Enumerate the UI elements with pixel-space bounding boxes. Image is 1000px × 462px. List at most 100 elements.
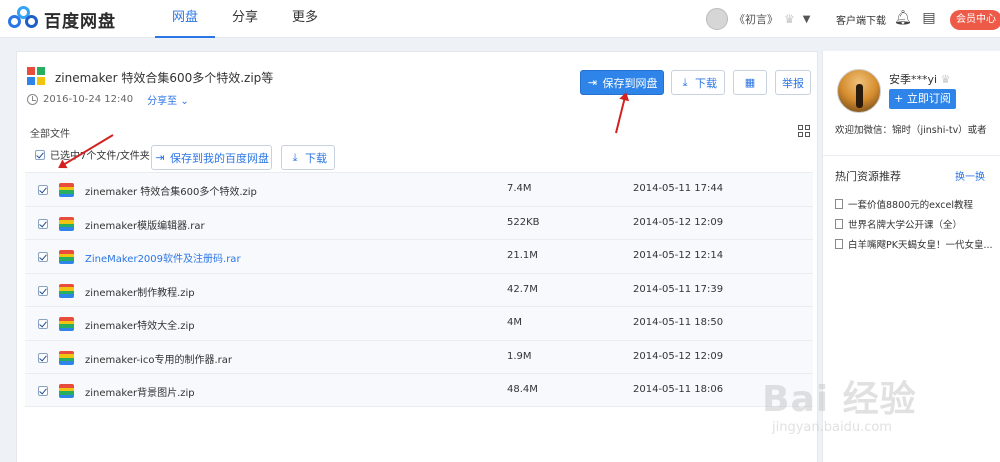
vip-center-button[interactable]: 会员中心 <box>950 10 1000 30</box>
file-size: 1.9M <box>507 350 532 362</box>
file-name[interactable]: zinemaker 特效合集600多个特效.zip <box>85 183 257 198</box>
multi-file-icon <box>27 67 45 85</box>
row-checkbox[interactable] <box>38 252 48 262</box>
file-table: zinemaker 特效合集600多个特效.zip 7.4M 2014-05-1… <box>25 172 813 407</box>
list-item[interactable]: 世界名牌大学公开课（全） <box>835 214 1000 234</box>
baidu-jingyan-watermark: Bai 经验 jingyan.baidu.com <box>762 370 1000 462</box>
logo-text: 百度网盘 <box>44 11 116 32</box>
cloud-logo-icon <box>8 6 42 32</box>
document-icon <box>835 199 843 209</box>
table-row[interactable]: zinemaker背景图片.zip 48.4M 2014-05-11 18:06 <box>25 373 813 407</box>
user-name: 《初言》 <box>734 13 778 26</box>
file-name[interactable]: zinemaker-ico专用的制作器.rar <box>85 351 232 366</box>
clock-icon <box>27 94 38 105</box>
client-download-link[interactable]: 客户端下载 <box>836 12 886 27</box>
row-checkbox[interactable] <box>38 185 48 195</box>
file-date: 2014-05-12 12:09 <box>633 216 724 228</box>
baidu-netdisk-logo[interactable]: 百度网盘 <box>8 6 116 32</box>
document-icon <box>835 239 843 249</box>
row-checkbox[interactable] <box>38 386 48 396</box>
nav-share[interactable]: 分享 <box>215 0 275 38</box>
divider <box>823 155 1000 156</box>
nav-netdisk[interactable]: 网盘 <box>155 0 215 38</box>
file-date: 2014-05-11 17:44 <box>633 183 724 194</box>
subscribe-button[interactable]: + 立即订阅 <box>889 89 956 109</box>
table-row[interactable]: zinemaker制作教程.zip 42.7M 2014-05-11 17:39 <box>25 272 813 306</box>
file-size: 7.4M <box>507 183 532 194</box>
save-icon: ⇥ <box>155 150 165 164</box>
crown-icon: ♛ <box>784 12 795 26</box>
selection-count: 已选中7个文件/文件夹 <box>50 151 150 162</box>
file-name[interactable]: zinemaker模版编辑器.rar <box>85 217 205 232</box>
file-name[interactable]: zinemaker特效大全.zip <box>85 317 195 332</box>
share-to-label: 分享至 <box>147 96 178 107</box>
selection-bar: 已选中7个文件/文件夹 <box>35 147 150 162</box>
sharer-avatar[interactable] <box>837 69 881 113</box>
hot-resources-list: 一套价值8800元的excel教程 世界名牌大学公开课（全） 白羊嘴飕PK天蝎女… <box>835 194 1000 254</box>
table-row[interactable]: ZineMaker2009软件及注册码.rar 21.1M 2014-05-12… <box>25 239 813 273</box>
download-button[interactable]: ⤓ 下载 <box>671 70 725 95</box>
row-checkbox[interactable] <box>38 218 48 229</box>
sharer-name[interactable]: 安季***yi ♛ <box>889 71 950 87</box>
table-row[interactable]: zinemaker特效大全.zip 4M 2014-05-11 18:50 <box>25 306 813 340</box>
hot-item-label: 一套价值8800元的excel教程 <box>848 200 974 211</box>
file-date: 2014-05-11 18:06 <box>633 384 724 395</box>
bell-icon[interactable]: 🔔︎ <box>894 10 912 26</box>
share-date: 2016-10-24 12:40 <box>43 94 134 105</box>
grid-view-icon[interactable] <box>798 125 810 137</box>
file-date: 2014-05-11 17:39 <box>633 283 724 295</box>
avatar <box>706 8 728 30</box>
file-size: 21.1M <box>507 250 538 261</box>
sharer-name-label: 安季***yi <box>889 73 938 86</box>
download-icon: ⤓ <box>682 75 688 89</box>
annotation-arrow <box>615 93 627 134</box>
share-to-dropdown[interactable]: 分享至 ⌄ <box>147 92 189 107</box>
row-checkbox[interactable] <box>38 285 48 296</box>
qrcode-button[interactable]: ▦ <box>733 70 767 95</box>
file-size: 4M <box>507 317 522 328</box>
welcome-text: 欢迎加微信：锦时（jinshi-tv）或者 <box>835 125 987 136</box>
list-item[interactable]: 白羊嘴飕PK天蝎女皇！一代女皇... <box>835 234 1000 254</box>
crown-icon: ♛ <box>940 73 951 86</box>
report-button[interactable]: 举报 <box>775 70 811 95</box>
report-label: 举报 <box>782 76 804 90</box>
chevron-down-icon: ⌄ <box>180 96 189 107</box>
download-icon: ⤓ <box>292 150 298 164</box>
hot-item-label: 白羊嘴飕PK天蝎女皇！一代女皇... <box>848 240 993 251</box>
save-to-my-netdisk-button[interactable]: ⇥ 保存到我的百度网盘 <box>151 145 272 170</box>
watermark-sub: jingyan.baidu.com <box>772 420 892 435</box>
file-date: 2014-05-12 12:14 <box>633 250 724 261</box>
document-icon <box>835 219 843 229</box>
selection-download-label: 下载 <box>305 151 327 165</box>
breadcrumb[interactable]: 全部文件 <box>30 125 70 140</box>
archive-icon <box>59 350 74 365</box>
watermark-main: Bai 经验 <box>762 379 917 420</box>
hot-item-label: 世界名牌大学公开课（全） <box>848 220 963 231</box>
file-name[interactable]: zinemaker背景图片.zip <box>85 384 195 399</box>
download-label: 下载 <box>695 76 717 90</box>
share-meta: 2016-10-24 12:40 分享至 ⌄ <box>27 92 189 107</box>
list-item[interactable]: 一套价值8800元的excel教程 <box>835 194 1000 214</box>
clipboard-icon[interactable]: ▤ <box>921 10 937 26</box>
nav-more[interactable]: 更多 <box>275 0 335 38</box>
chevron-down-icon: ▼ <box>802 13 811 25</box>
select-all-checkbox[interactable] <box>35 149 45 160</box>
table-row[interactable]: zinemaker模版编辑器.rar 522KB 2014-05-12 12:0… <box>25 205 813 239</box>
selection-download-button[interactable]: ⤓ 下载 <box>281 145 335 170</box>
file-size: 48.4M <box>507 384 538 395</box>
file-name[interactable]: ZineMaker2009软件及注册码.rar <box>85 250 241 265</box>
save-to-my-netdisk-label: 保存到我的百度网盘 <box>170 151 269 165</box>
archive-icon <box>59 283 74 298</box>
row-checkbox[interactable] <box>38 319 48 329</box>
archive-icon <box>59 317 74 331</box>
row-checkbox[interactable] <box>38 352 48 363</box>
archive-icon <box>59 216 74 231</box>
qrcode-icon: ▦ <box>744 75 756 89</box>
file-date: 2014-05-11 18:50 <box>633 317 724 328</box>
user-menu[interactable]: 《初言》 ♛ ▼ <box>706 8 810 30</box>
table-row[interactable]: zinemaker 特效合集600多个特效.zip 7.4M 2014-05-1… <box>25 172 813 206</box>
table-row[interactable]: zinemaker-ico专用的制作器.rar 1.9M 2014-05-12 … <box>25 339 813 373</box>
file-name[interactable]: zinemaker制作教程.zip <box>85 284 195 299</box>
archive-icon <box>59 384 74 398</box>
refresh-link[interactable]: 换一换 <box>955 168 985 183</box>
